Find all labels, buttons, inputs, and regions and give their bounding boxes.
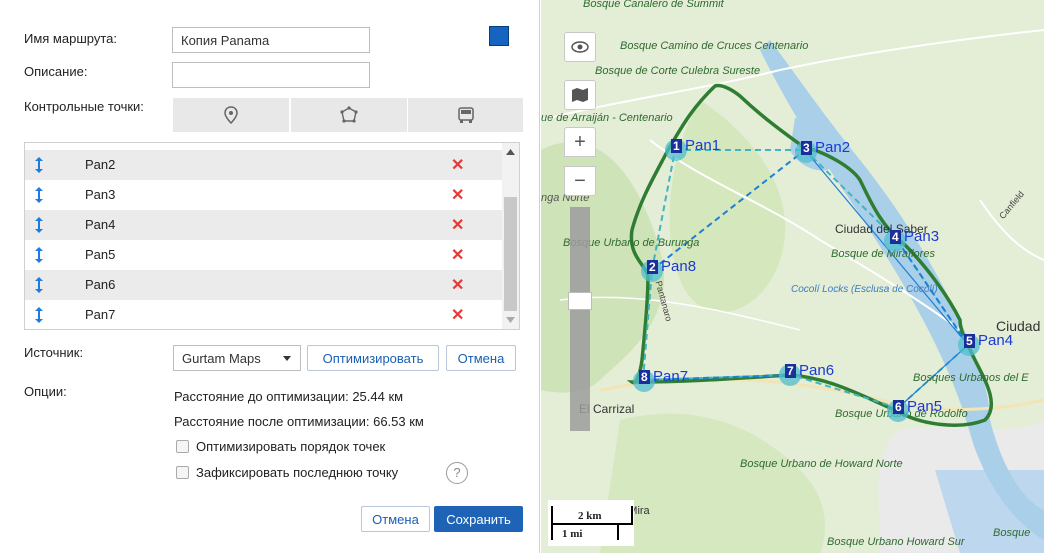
tool-vehicle[interactable] [407,98,523,132]
list-item[interactable]: Pan4 ✕ [25,210,503,240]
scroll-down-icon[interactable] [506,317,515,323]
save-button[interactable]: Сохранить [434,506,523,532]
options-label: Опции: [24,384,67,399]
source-select[interactable]: Gurtam Maps [173,345,301,371]
map-layers-button[interactable] [564,80,596,110]
layer-visibility-button[interactable] [564,32,596,62]
delete-icon[interactable]: ✕ [451,275,464,295]
description-input[interactable] [172,62,370,88]
route-editor-panel: Имя маршрута: Описание: Контрольные точк… [0,0,540,553]
list-scrollbar[interactable] [502,143,519,329]
list-item[interactable]: Pan5 ✕ [25,240,503,270]
route-name-input[interactable] [172,27,370,53]
distance-after: Расстояние после оптимизации: 66.53 км [174,414,424,429]
drag-handle-icon[interactable] [33,186,45,204]
fix-last-label: Зафиксировать последнюю точку [196,465,399,480]
description-label: Описание: [24,64,88,79]
list-item[interactable]: Pan2 ✕ [25,150,503,180]
source-label: Источник: [24,345,84,360]
delete-icon[interactable]: ✕ [451,245,464,265]
point-name: Pan4 [85,217,116,232]
drag-handle-icon[interactable] [33,246,45,264]
delete-icon[interactable]: ✕ [451,305,464,325]
point-name: Pan7 [85,307,116,322]
delete-icon[interactable]: ✕ [451,215,464,235]
drag-handle-icon[interactable] [33,156,45,174]
map-icon [572,88,588,102]
delete-icon[interactable]: ✕ [451,185,464,205]
fix-last-checkbox[interactable] [176,466,189,479]
chevron-down-icon [283,356,291,361]
scale-mi: 1 mi [562,528,583,540]
scroll-thumb[interactable] [504,197,517,311]
optimize-button[interactable]: Оптимизировать [307,345,439,371]
zoom-slider-thumb[interactable] [568,292,592,310]
source-select-value: Gurtam Maps [182,351,261,366]
map-view[interactable]: Bosque Canalero de Summit Bosque Camino … [541,0,1044,553]
map-canvas[interactable] [541,0,1044,553]
scale-km: 2 km [578,510,602,522]
drag-handle-icon[interactable] [33,276,45,294]
polygon-icon [340,106,358,123]
eye-icon [571,41,589,53]
zoom-slider-track[interactable] [570,207,590,431]
marker-icon [224,106,238,124]
zoom-in-button[interactable]: + [564,127,596,157]
list-item[interactable]: Pan6 ✕ [25,270,503,300]
zoom-out-button[interactable]: − [564,166,596,196]
checkpoints-label: Контрольные точки: [24,99,144,114]
optimize-order-label: Оптимизировать порядок точек [196,439,386,454]
checkpoint-list[interactable]: Pan2 ✕ Pan3 ✕ Pan4 ✕ Pan5 ✕ Pan6 ✕ Pan7 … [24,142,520,330]
map-scale: 2 km 1 mi [548,500,634,546]
route-color-swatch[interactable] [489,26,509,46]
tool-point[interactable] [173,98,289,132]
point-name: Pan2 [85,157,116,172]
bus-icon [457,107,474,123]
help-icon[interactable]: ? [446,462,468,484]
scroll-up-icon[interactable] [506,149,515,155]
optimize-order-checkbox[interactable] [176,440,189,453]
tool-polygon[interactable] [290,98,407,132]
drag-handle-icon[interactable] [33,216,45,234]
distance-before: Расстояние до оптимизации: 25.44 км [174,389,404,404]
route-name-label: Имя маршрута: [24,31,117,46]
list-item[interactable]: Pan7 ✕ [25,300,503,329]
point-name: Pan5 [85,247,116,262]
point-name: Pan6 [85,277,116,292]
cancel-button[interactable]: Отмена [361,506,430,532]
source-cancel-button[interactable]: Отмена [446,345,516,371]
list-item[interactable]: Pan3 ✕ [25,180,503,210]
point-name: Pan3 [85,187,116,202]
scale-bar-icon [551,506,633,540]
delete-icon[interactable]: ✕ [451,155,464,175]
drag-handle-icon[interactable] [33,306,45,324]
